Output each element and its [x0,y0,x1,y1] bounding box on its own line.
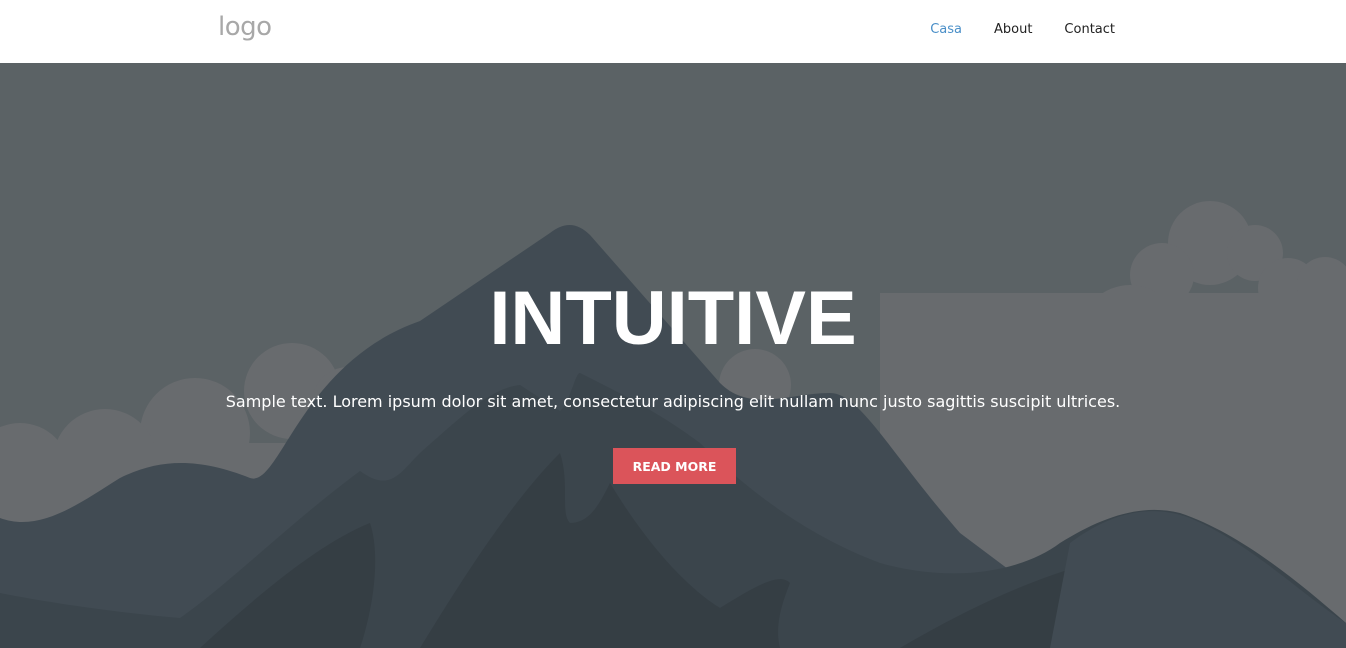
site-logo[interactable]: logo [218,12,272,42]
read-more-button[interactable]: READ MORE [613,448,736,484]
nav-item-contact[interactable]: Contact [1064,22,1115,37]
main-nav: Casa About Contact [930,22,1115,37]
hero-title: INTUITIVE [489,276,857,361]
hero-text: Sample text. Lorem ipsum dolor sit amet,… [225,392,1121,411]
nav-item-about[interactable]: About [994,22,1032,37]
nav-item-casa[interactable]: Casa [930,22,962,37]
hero-content: INTUITIVE Sample text. Lorem ipsum dolor… [0,63,1346,648]
hero-section: INTUITIVE Sample text. Lorem ipsum dolor… [0,63,1346,648]
site-header: logo Casa About Contact [0,0,1346,63]
